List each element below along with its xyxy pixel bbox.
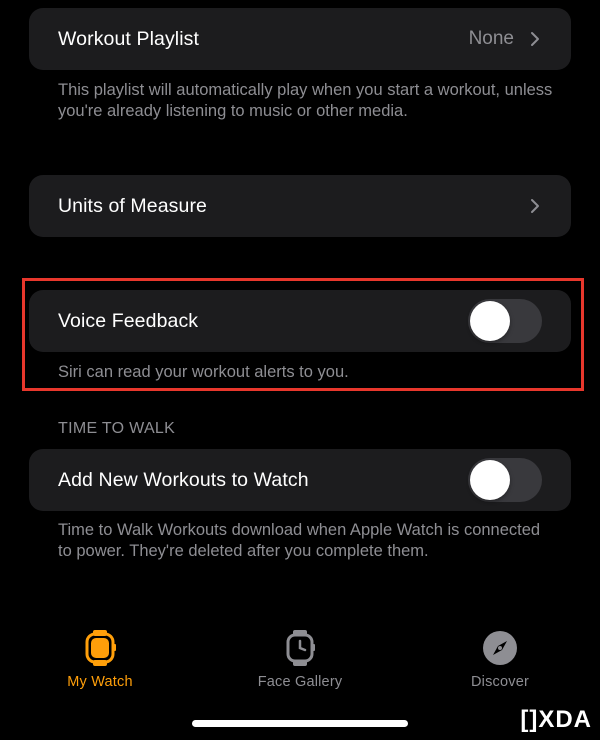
add-new-workouts-row: Add New Workouts to Watch — [29, 449, 571, 511]
tab-my-watch[interactable]: My Watch — [30, 622, 170, 690]
workout-playlist-row[interactable]: Workout Playlist None — [29, 8, 571, 70]
toggle-knob — [470, 460, 510, 500]
home-indicator — [192, 720, 408, 727]
tab-label: My Watch — [67, 674, 133, 690]
tab-label: Discover — [471, 674, 529, 690]
units-of-measure-row[interactable]: Units of Measure — [29, 175, 571, 237]
add-new-workouts-toggle[interactable] — [468, 458, 542, 502]
time-to-walk-header: TIME TO WALK — [58, 420, 176, 437]
xda-watermark: []XDA — [520, 706, 592, 733]
watch-face-icon — [85, 630, 116, 666]
add-new-workouts-label: Add New Workouts to Watch — [58, 468, 309, 491]
workout-playlist-footnote: This playlist will automatically play wh… — [58, 81, 553, 120]
chevron-right-icon — [531, 199, 539, 213]
compass-icon — [483, 631, 517, 665]
units-of-measure-label: Units of Measure — [58, 194, 207, 217]
watch-icon — [286, 630, 315, 666]
workout-playlist-label: Workout Playlist — [58, 27, 200, 50]
tab-label: Face Gallery — [257, 674, 343, 690]
time-to-walk-footnote: Time to Walk Workouts download when Appl… — [58, 521, 541, 560]
tab-face-gallery[interactable]: Face Gallery — [230, 622, 370, 690]
workout-playlist-value: None — [468, 28, 514, 49]
tab-discover[interactable]: Discover — [430, 622, 570, 690]
chevron-right-icon — [531, 32, 539, 46]
tab-bar: My Watch Face Gallery Discover — [0, 622, 600, 702]
highlight-box — [22, 278, 584, 391]
